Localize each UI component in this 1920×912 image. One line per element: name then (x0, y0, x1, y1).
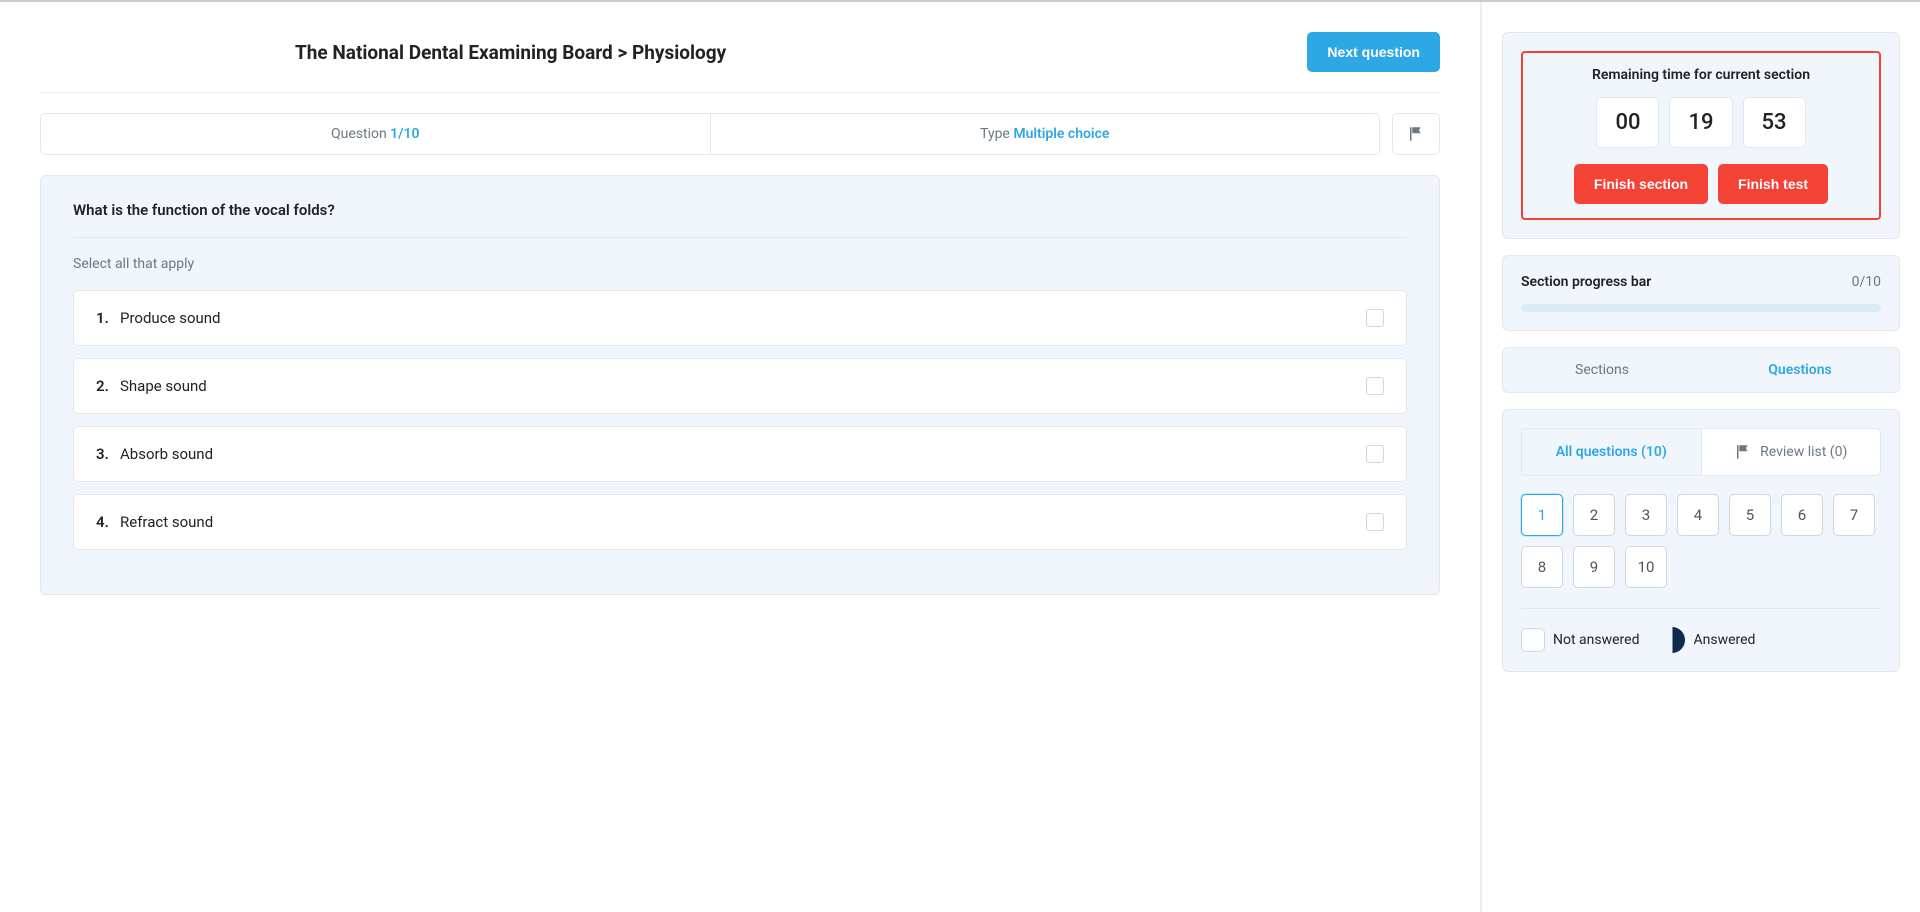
flag-icon (1407, 125, 1425, 143)
option-number: 1. (96, 309, 120, 327)
legend-answered-label: Answered (1693, 632, 1755, 648)
answer-option[interactable]: 3.Absorb sound (73, 426, 1407, 482)
question-nav-9[interactable]: 9 (1573, 546, 1615, 588)
question-nav-10[interactable]: 10 (1625, 546, 1667, 588)
progress-bar (1521, 304, 1881, 312)
option-checkbox[interactable] (1366, 513, 1384, 531)
question-nav-4[interactable]: 4 (1677, 494, 1719, 536)
option-text: Refract sound (120, 513, 1366, 531)
timer-title: Remaining time for current section (1537, 67, 1865, 83)
question-nav-6[interactable]: 6 (1781, 494, 1823, 536)
option-number: 4. (96, 513, 120, 531)
option-number: 3. (96, 445, 120, 463)
question-count: 1/10 (390, 126, 419, 142)
question-nav-7[interactable]: 7 (1833, 494, 1875, 536)
questions-nav-card: All questions (10) Review list (0) 12345… (1502, 409, 1900, 672)
question-type: Type Multiple choice (710, 114, 1380, 154)
answer-option[interactable]: 2.Shape sound (73, 358, 1407, 414)
timer-minutes: 19 (1669, 97, 1732, 148)
option-text: Shape sound (120, 377, 1366, 395)
timer-seconds: 53 (1743, 97, 1806, 148)
question-info-box: Question 1/10 Type Multiple choice (40, 113, 1380, 155)
finish-section-button[interactable]: Finish section (1574, 164, 1708, 204)
question-instruction: Select all that apply (73, 256, 1407, 272)
subtab-review-list[interactable]: Review list (0) (1701, 429, 1881, 475)
legend-half-icon (1659, 627, 1685, 653)
flag-icon (1734, 443, 1752, 461)
option-number: 2. (96, 377, 120, 395)
subtab-all-questions[interactable]: All questions (10) (1522, 429, 1701, 475)
type-label: Type (980, 126, 1013, 142)
question-nav-1[interactable]: 1 (1521, 494, 1563, 536)
legend-not-answered-label: Not answered (1553, 632, 1639, 648)
next-question-button[interactable]: Next question (1307, 32, 1440, 72)
subtab-review-label: Review list (0) (1760, 444, 1847, 460)
answer-option[interactable]: 4.Refract sound (73, 494, 1407, 550)
question-nav-5[interactable]: 5 (1729, 494, 1771, 536)
answer-option[interactable]: 1.Produce sound (73, 290, 1407, 346)
option-checkbox[interactable] (1366, 445, 1384, 463)
legend-box-empty (1521, 628, 1545, 652)
option-text: Absorb sound (120, 445, 1366, 463)
question-counter: Question 1/10 (41, 114, 710, 154)
type-value: Multiple choice (1013, 126, 1109, 142)
question-panel: What is the function of the vocal folds?… (40, 175, 1440, 595)
finish-test-button[interactable]: Finish test (1718, 164, 1828, 204)
legend-answered: Answered (1659, 627, 1755, 653)
question-nav-2[interactable]: 2 (1573, 494, 1615, 536)
tab-sections[interactable]: Sections (1503, 348, 1701, 392)
progress-label: Section progress bar (1521, 274, 1651, 290)
option-checkbox[interactable] (1366, 377, 1384, 395)
legend-not-answered: Not answered (1521, 628, 1639, 652)
nav-tabs-card: Sections Questions (1502, 347, 1900, 393)
progress-count: 0/10 (1852, 274, 1881, 290)
option-text: Produce sound (120, 309, 1366, 327)
timer-card: Remaining time for current section 00 19… (1502, 32, 1900, 239)
tab-questions[interactable]: Questions (1701, 348, 1899, 392)
question-text: What is the function of the vocal folds? (73, 201, 1407, 238)
timer-hours: 00 (1596, 97, 1659, 148)
question-label: Question (331, 126, 390, 142)
progress-card: Section progress bar 0/10 (1502, 255, 1900, 331)
question-nav-3[interactable]: 3 (1625, 494, 1667, 536)
option-checkbox[interactable] (1366, 309, 1384, 327)
question-nav-8[interactable]: 8 (1521, 546, 1563, 588)
page-title: The National Dental Examining Board > Ph… (295, 41, 726, 64)
flag-question-button[interactable] (1392, 113, 1440, 155)
